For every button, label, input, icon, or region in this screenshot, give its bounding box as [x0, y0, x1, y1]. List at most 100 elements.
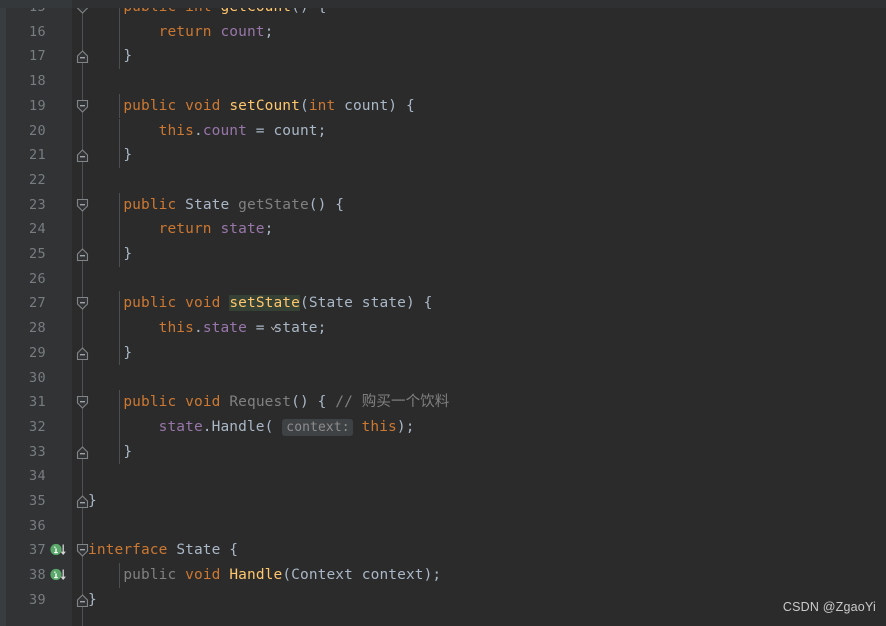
code-token: count) { [335, 97, 415, 114]
code-text[interactable]: return count; [88, 20, 274, 45]
code-line[interactable]: 19 public void setCount(int count) { [0, 93, 886, 119]
code-line[interactable]: 16 return count; [0, 19, 886, 45]
line-number: 18 [28, 73, 46, 90]
code-text[interactable]: public void Handle(Context context); [88, 563, 441, 588]
implemented-by-icon[interactable] [50, 542, 70, 559]
fold-end-icon[interactable] [74, 246, 91, 263]
code-token: this [158, 320, 194, 337]
fold-end-icon[interactable] [74, 147, 91, 164]
indent-guide [119, 217, 120, 242]
code-token: Request [229, 394, 292, 411]
code-token: setState [229, 295, 300, 312]
code-editor[interactable]: 15 public int getCount() {16 return coun… [0, 0, 886, 626]
fold-collapse-icon[interactable] [74, 98, 91, 115]
fold-collapse-icon[interactable] [74, 295, 91, 312]
code-line[interactable]: 21 } [0, 143, 886, 168]
fold-end-icon[interactable] [74, 493, 91, 510]
code-text[interactable]: interface State { [88, 538, 238, 563]
fold-end-icon[interactable] [74, 444, 91, 461]
code-token: = state; [246, 320, 327, 337]
fold-end-icon[interactable] [74, 48, 91, 65]
code-token: ( [299, 295, 309, 312]
code-line[interactable]: 31 public void Request() { // 购买一个饮料 [0, 390, 886, 415]
code-text[interactable]: } [88, 440, 132, 465]
code-line[interactable]: 22 [0, 168, 886, 193]
code-line[interactable]: 27 public void setState(State state) { [0, 291, 886, 317]
line-number: 24 [28, 221, 46, 238]
code-line[interactable]: 37 interface State { [0, 538, 886, 563]
code-line[interactable]: 25 } [0, 242, 886, 267]
code-line[interactable]: 18 [0, 69, 886, 94]
code-line[interactable]: 23 public State getState() { [0, 192, 886, 218]
code-line[interactable]: 29 } [0, 340, 886, 366]
code-text[interactable]: public void setCount(int count) { [88, 94, 415, 119]
code-line[interactable]: 34 [0, 464, 886, 489]
indent-guide [119, 340, 120, 366]
code-line[interactable]: 30 [0, 366, 886, 391]
code-token: () { [291, 394, 336, 411]
code-line[interactable]: 38 public void Handle(Context context); [0, 563, 886, 588]
line-number: 38 [28, 567, 46, 584]
code-text[interactable]: } [88, 44, 132, 69]
line-number: 25 [28, 246, 46, 262]
code-text[interactable]: } [88, 242, 132, 267]
code-line[interactable]: 28 this.state = state; [0, 316, 886, 341]
code-token: } [123, 48, 133, 65]
line-number: 22 [28, 171, 46, 188]
code-line[interactable]: 32 state.Handle( context: this); [0, 414, 886, 441]
code-text[interactable]: public void setState(State state) { [88, 291, 432, 316]
code-token: = count; [246, 122, 327, 139]
code-text[interactable]: } [88, 143, 132, 168]
code-line[interactable]: 36 [0, 514, 886, 539]
code-text[interactable]: return state; [88, 217, 274, 242]
code-text[interactable]: public void Request() { // 购买一个饮料 [88, 390, 449, 415]
code-line[interactable]: 17 } [0, 44, 886, 70]
code-token: State [185, 196, 230, 213]
indent-guide [119, 242, 120, 267]
code-token: public [123, 295, 177, 312]
indent-guide [119, 291, 120, 317]
code-text[interactable]: state.Handle( context: this); [88, 415, 415, 441]
parameter-hint-chip: context: [282, 418, 353, 436]
code-token: State [308, 295, 353, 312]
implemented-by-icon[interactable] [50, 567, 70, 584]
code-text[interactable]: public State getState() { [88, 193, 344, 218]
line-number: 33 [28, 443, 46, 460]
line-number: 35 [28, 493, 46, 509]
code-token: this [361, 418, 397, 435]
code-token: state [220, 221, 265, 238]
code-token: } [123, 147, 133, 164]
code-line[interactable]: 39} [0, 588, 886, 613]
fold-collapse-icon[interactable] [74, 197, 91, 214]
code-token: ); [396, 418, 415, 435]
code-text[interactable]: this.count = count; [88, 119, 327, 144]
code-line[interactable]: 26 [0, 267, 886, 292]
code-token: void [185, 295, 221, 312]
line-number: 32 [28, 418, 46, 435]
code-token: return [158, 23, 212, 40]
fold-end-icon[interactable] [74, 345, 91, 362]
code-lines[interactable]: 15 public int getCount() {16 return coun… [0, 0, 886, 626]
code-line[interactable]: 20 this.count = count; [0, 118, 886, 144]
fold-collapse-icon[interactable] [74, 542, 91, 559]
code-line[interactable]: 24 return state; [0, 217, 886, 242]
indent-guide [119, 118, 120, 144]
line-number: 21 [28, 147, 46, 164]
fold-end-icon[interactable] [74, 592, 91, 609]
code-text[interactable]: } [88, 341, 132, 366]
code-text[interactable]: this.state = state; [88, 316, 327, 341]
code-line[interactable]: 35} [0, 489, 886, 514]
code-token: Context [291, 567, 353, 584]
code-token: } [123, 246, 133, 262]
code-line[interactable]: 33 } [0, 439, 886, 465]
fold-collapse-icon[interactable] [74, 394, 91, 411]
